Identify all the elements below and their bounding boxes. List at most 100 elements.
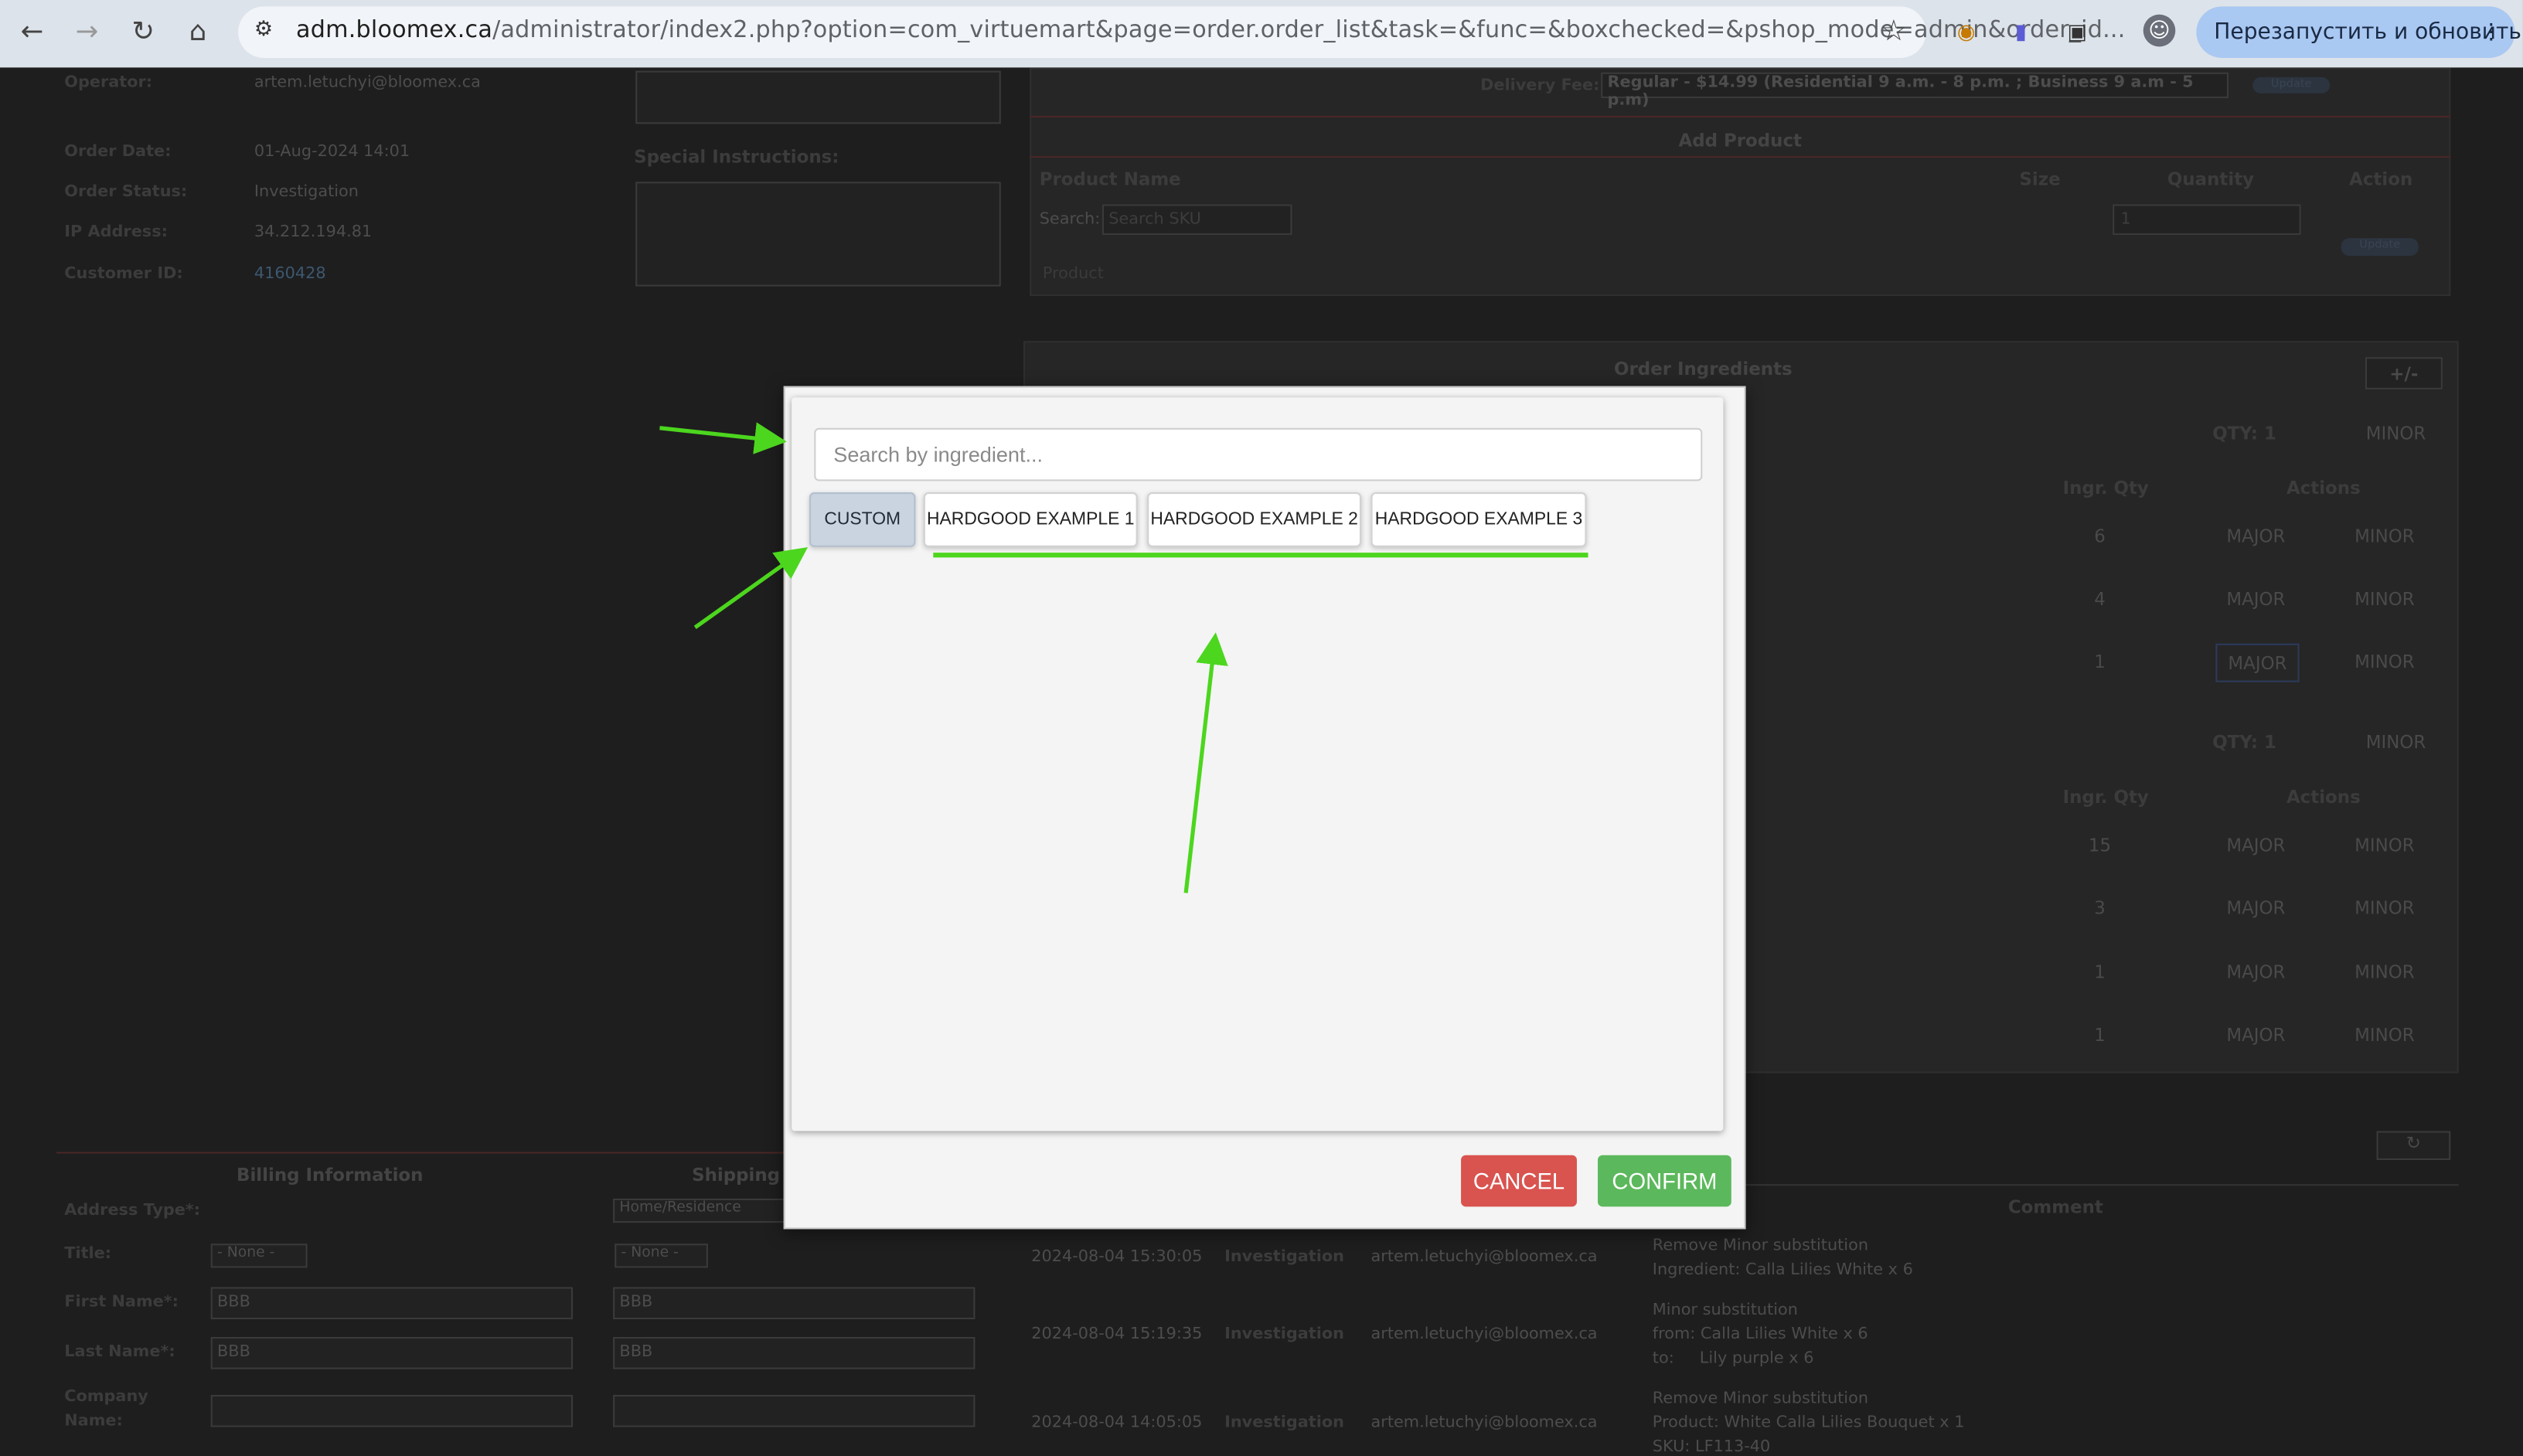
history-comment-detail: to: Lily purple x 6	[1652, 1349, 1814, 1368]
major-button[interactable]: MAJOR	[2215, 643, 2300, 682]
billing-title: Billing Information	[236, 1165, 424, 1186]
group1-minor-button[interactable]: MINOR	[2349, 424, 2443, 444]
history-user: artem.letuchyi@bloomex.ca	[1370, 1248, 1598, 1267]
col-ingr-qty: Ingr. Qty	[2062, 478, 2149, 499]
ingr-qty: 1	[2094, 961, 2106, 983]
shipping-company-input[interactable]	[613, 1394, 975, 1427]
last-name-label: Last Name*:	[64, 1343, 175, 1362]
history-user: artem.letuchyi@bloomex.ca	[1370, 1413, 1598, 1432]
major-button[interactable]: MAJOR	[2214, 1025, 2297, 1046]
notes-textarea[interactable]	[635, 70, 1001, 124]
order-date-label: Order Date:	[64, 143, 172, 162]
star-icon[interactable]: ☆	[1881, 15, 1907, 49]
billing-company-input[interactable]	[210, 1394, 574, 1427]
group2-minor-button[interactable]: MINOR	[2349, 732, 2443, 753]
history-comment-detail: Product: White Calla Lilies Bouquet x 1	[1652, 1413, 1965, 1432]
ingr-qty: 3	[2094, 897, 2106, 919]
menu-icon[interactable]: ⋮	[2480, 19, 2502, 45]
col-size: Size	[2019, 168, 2061, 190]
shipping-last-name-input[interactable]: BBB	[613, 1336, 975, 1369]
confirm-button[interactable]: CONFIRM	[1598, 1155, 1731, 1207]
minor-button[interactable]: MINOR	[2343, 962, 2426, 983]
billing-title-select[interactable]: - None -	[210, 1243, 308, 1268]
billing-first-name-input[interactable]: BBB	[210, 1287, 574, 1320]
special-instructions-textarea[interactable]	[635, 182, 1001, 287]
url-text[interactable]: adm.bloomex.ca/administrator/index2.php?…	[296, 18, 2126, 43]
extension-icon[interactable]: ▣	[2059, 15, 2095, 50]
ingr-qty: 1	[2094, 1025, 2106, 1046]
extension-icon[interactable]: ▮	[2004, 15, 2039, 50]
order-status-value: Investigation	[254, 183, 359, 202]
shipping-address-type-select[interactable]: Home/Residence	[613, 1198, 791, 1223]
chip-custom[interactable]: CUSTOM	[809, 492, 916, 547]
history-comment: Remove Minor substitution	[1652, 1390, 1869, 1408]
profile-icon[interactable]: ☺	[2143, 14, 2176, 47]
col-action: Action	[2349, 168, 2413, 190]
order-status-label: Order Status:	[64, 183, 188, 202]
ingredient-substitution-modal: CUSTOM HARDGOOD EXAMPLE 1 HARDGOOD EXAMP…	[783, 386, 1746, 1230]
minor-button[interactable]: MINOR	[2343, 835, 2426, 856]
history-date: 2024-08-04 15:19:35	[1031, 1325, 1203, 1344]
major-button[interactable]: MAJOR	[2214, 526, 2297, 547]
history-status: Investigation	[1224, 1248, 1344, 1267]
sku-search-input[interactable]: Search SKU	[1101, 204, 1292, 235]
ingr-qty: 4	[2094, 588, 2106, 611]
back-icon[interactable]: ←	[13, 13, 52, 52]
ingr-qty: 6	[2094, 526, 2106, 547]
search-label: Search:	[1039, 210, 1101, 229]
chip-hardgood-example-1[interactable]: HARDGOOD EXAMPLE 1	[923, 492, 1138, 547]
extension-icon[interactable]: ◉	[1949, 15, 1984, 50]
relaunch-label: Перезапустить и обновить	[2214, 19, 2521, 46]
cancel-button[interactable]: CANCEL	[1461, 1155, 1577, 1207]
address-type-label: Address Type*:	[64, 1202, 201, 1220]
home-icon[interactable]: ⌂	[179, 13, 217, 52]
quantity-input[interactable]: 1	[2113, 204, 2301, 235]
minor-button[interactable]: MINOR	[2343, 589, 2426, 610]
relaunch-button[interactable]: Перезапустить и обновить ⋮	[2196, 6, 2521, 58]
ingredient-search-input[interactable]	[814, 427, 1703, 481]
shipping-first-name-input[interactable]: BBB	[613, 1287, 975, 1320]
customer-id-link[interactable]: 4160428	[254, 265, 326, 283]
history-comment: Minor substitution	[1652, 1301, 1798, 1320]
product-label: Product	[1042, 265, 1104, 284]
refresh-icon[interactable]: ↻	[2376, 1131, 2451, 1160]
shipping-title: Shipping	[692, 1165, 781, 1186]
delivery-fee-label: Delivery Fee:	[1480, 77, 1600, 95]
major-button[interactable]: MAJOR	[2214, 962, 2297, 983]
divider	[1030, 115, 2451, 117]
tune-icon[interactable]: ⚙	[254, 18, 283, 46]
first-name-label: First Name*:	[64, 1293, 179, 1311]
delivery-fee-select[interactable]: Regular - $14.99 (Residential 9 a.m. - 8…	[1601, 72, 2229, 110]
major-button[interactable]: MAJOR	[2214, 589, 2297, 610]
col-quantity: Quantity	[2167, 168, 2255, 190]
history-date: 2024-08-04 14:05:05	[1031, 1413, 1203, 1432]
minor-button[interactable]: MINOR	[2343, 898, 2426, 919]
url-host: adm.bloomex.ca	[296, 17, 493, 44]
history-user: artem.letuchyi@bloomex.ca	[1370, 1325, 1598, 1344]
chip-hardgood-example-3[interactable]: HARDGOOD EXAMPLE 3	[1370, 492, 1587, 547]
chip-hardgood-example-2[interactable]: HARDGOOD EXAMPLE 2	[1147, 492, 1362, 547]
history-comment-detail: Ingredient: Calla Lilies White x 6	[1652, 1261, 1913, 1280]
address-bar[interactable]: ⚙ adm.bloomex.ca/administrator/index2.ph…	[238, 6, 2125, 58]
operator-label: Operator:	[64, 73, 153, 92]
forward-icon[interactable]: →	[67, 13, 106, 52]
group1-qty: QTY: 1	[2212, 423, 2276, 444]
minor-button[interactable]: MINOR	[2343, 526, 2426, 547]
add-product-title: Add Product	[1678, 130, 1803, 151]
ingredients-toggle-button[interactable]: +/-	[2365, 357, 2443, 390]
major-button[interactable]: MAJOR	[2214, 835, 2297, 856]
reload-icon[interactable]: ↻	[124, 13, 162, 52]
shipping-title-select[interactable]: - None -	[615, 1243, 708, 1268]
order-date-value: 01-Aug-2024 14:01	[254, 143, 410, 162]
special-instructions-label: Special Instructions:	[634, 146, 839, 168]
minor-button[interactable]: MINOR	[2343, 651, 2426, 672]
delivery-update-button[interactable]: Update	[2252, 77, 2331, 94]
ingr-qty: 15	[2088, 835, 2112, 856]
customer-id-label: Customer ID:	[64, 265, 183, 284]
major-button[interactable]: MAJOR	[2214, 898, 2297, 919]
billing-last-name-input[interactable]: BBB	[210, 1336, 574, 1369]
ip-value: 34.212.194.81	[254, 223, 373, 242]
operator-value: artem.letuchyi@bloomex.ca	[254, 73, 481, 92]
minor-button[interactable]: MINOR	[2343, 1025, 2426, 1046]
add-product-update-button[interactable]: Update	[2341, 238, 2419, 257]
